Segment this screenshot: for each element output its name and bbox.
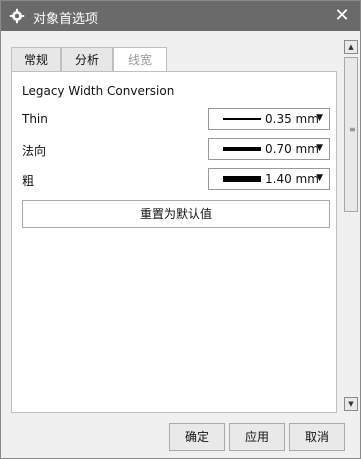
- line-width-panel: Legacy Width Conversion Thin 0.35 mm ▼ 法…: [11, 71, 337, 413]
- width-dropdown-thick[interactable]: 1.40 mm ▼: [208, 168, 330, 190]
- apply-button[interactable]: 应用: [229, 423, 285, 451]
- width-dropdown-thin[interactable]: 0.35 mm ▼: [208, 108, 330, 130]
- line-sample: [223, 147, 261, 151]
- vertical-scrollbar[interactable]: ▲ ≡ ▼: [343, 37, 359, 415]
- tab-general[interactable]: 常规: [11, 47, 61, 71]
- chevron-down-icon: ▼: [316, 143, 323, 153]
- chevron-down-icon: ▼: [316, 113, 323, 123]
- width-dropdown-normal[interactable]: 0.70 mm ▼: [208, 138, 330, 160]
- grip-icon: ≡: [349, 125, 356, 134]
- gear-icon: [9, 8, 25, 24]
- chevron-down-icon: ▼: [316, 173, 323, 183]
- dropdown-value: 0.70 mm: [265, 142, 319, 156]
- scroll-up-arrow-icon[interactable]: ▲: [344, 40, 358, 54]
- close-button[interactable]: ✕: [332, 5, 352, 27]
- dialog-footer: 确定 应用 取消: [1, 415, 360, 459]
- row-label-thin: Thin: [22, 112, 48, 126]
- object-preferences-dialog: 对象首选项 ✕ 常规 分析 线宽 Legacy Width Conversion…: [0, 0, 361, 459]
- scroll-down-arrow-icon[interactable]: ▼: [344, 397, 358, 411]
- line-sample: [223, 118, 261, 120]
- scrollbar-thumb[interactable]: ≡: [344, 57, 358, 212]
- row-label-thick: 粗: [22, 174, 35, 188]
- line-sample: [223, 176, 261, 182]
- row-label-normal: 法向: [22, 144, 47, 158]
- tab-analysis[interactable]: 分析: [61, 47, 113, 71]
- dropdown-value: 0.35 mm: [265, 112, 319, 126]
- dropdown-value: 1.40 mm: [265, 172, 319, 186]
- window-title: 对象首选项: [33, 12, 99, 27]
- section-title: Legacy Width Conversion: [22, 84, 175, 98]
- cancel-button[interactable]: 取消: [289, 423, 345, 451]
- tab-line-width[interactable]: 线宽: [113, 47, 167, 73]
- title-bar[interactable]: 对象首选项 ✕: [1, 1, 360, 31]
- ok-button[interactable]: 确定: [169, 423, 225, 451]
- reset-to-default-button[interactable]: 重置为默认值: [22, 200, 330, 228]
